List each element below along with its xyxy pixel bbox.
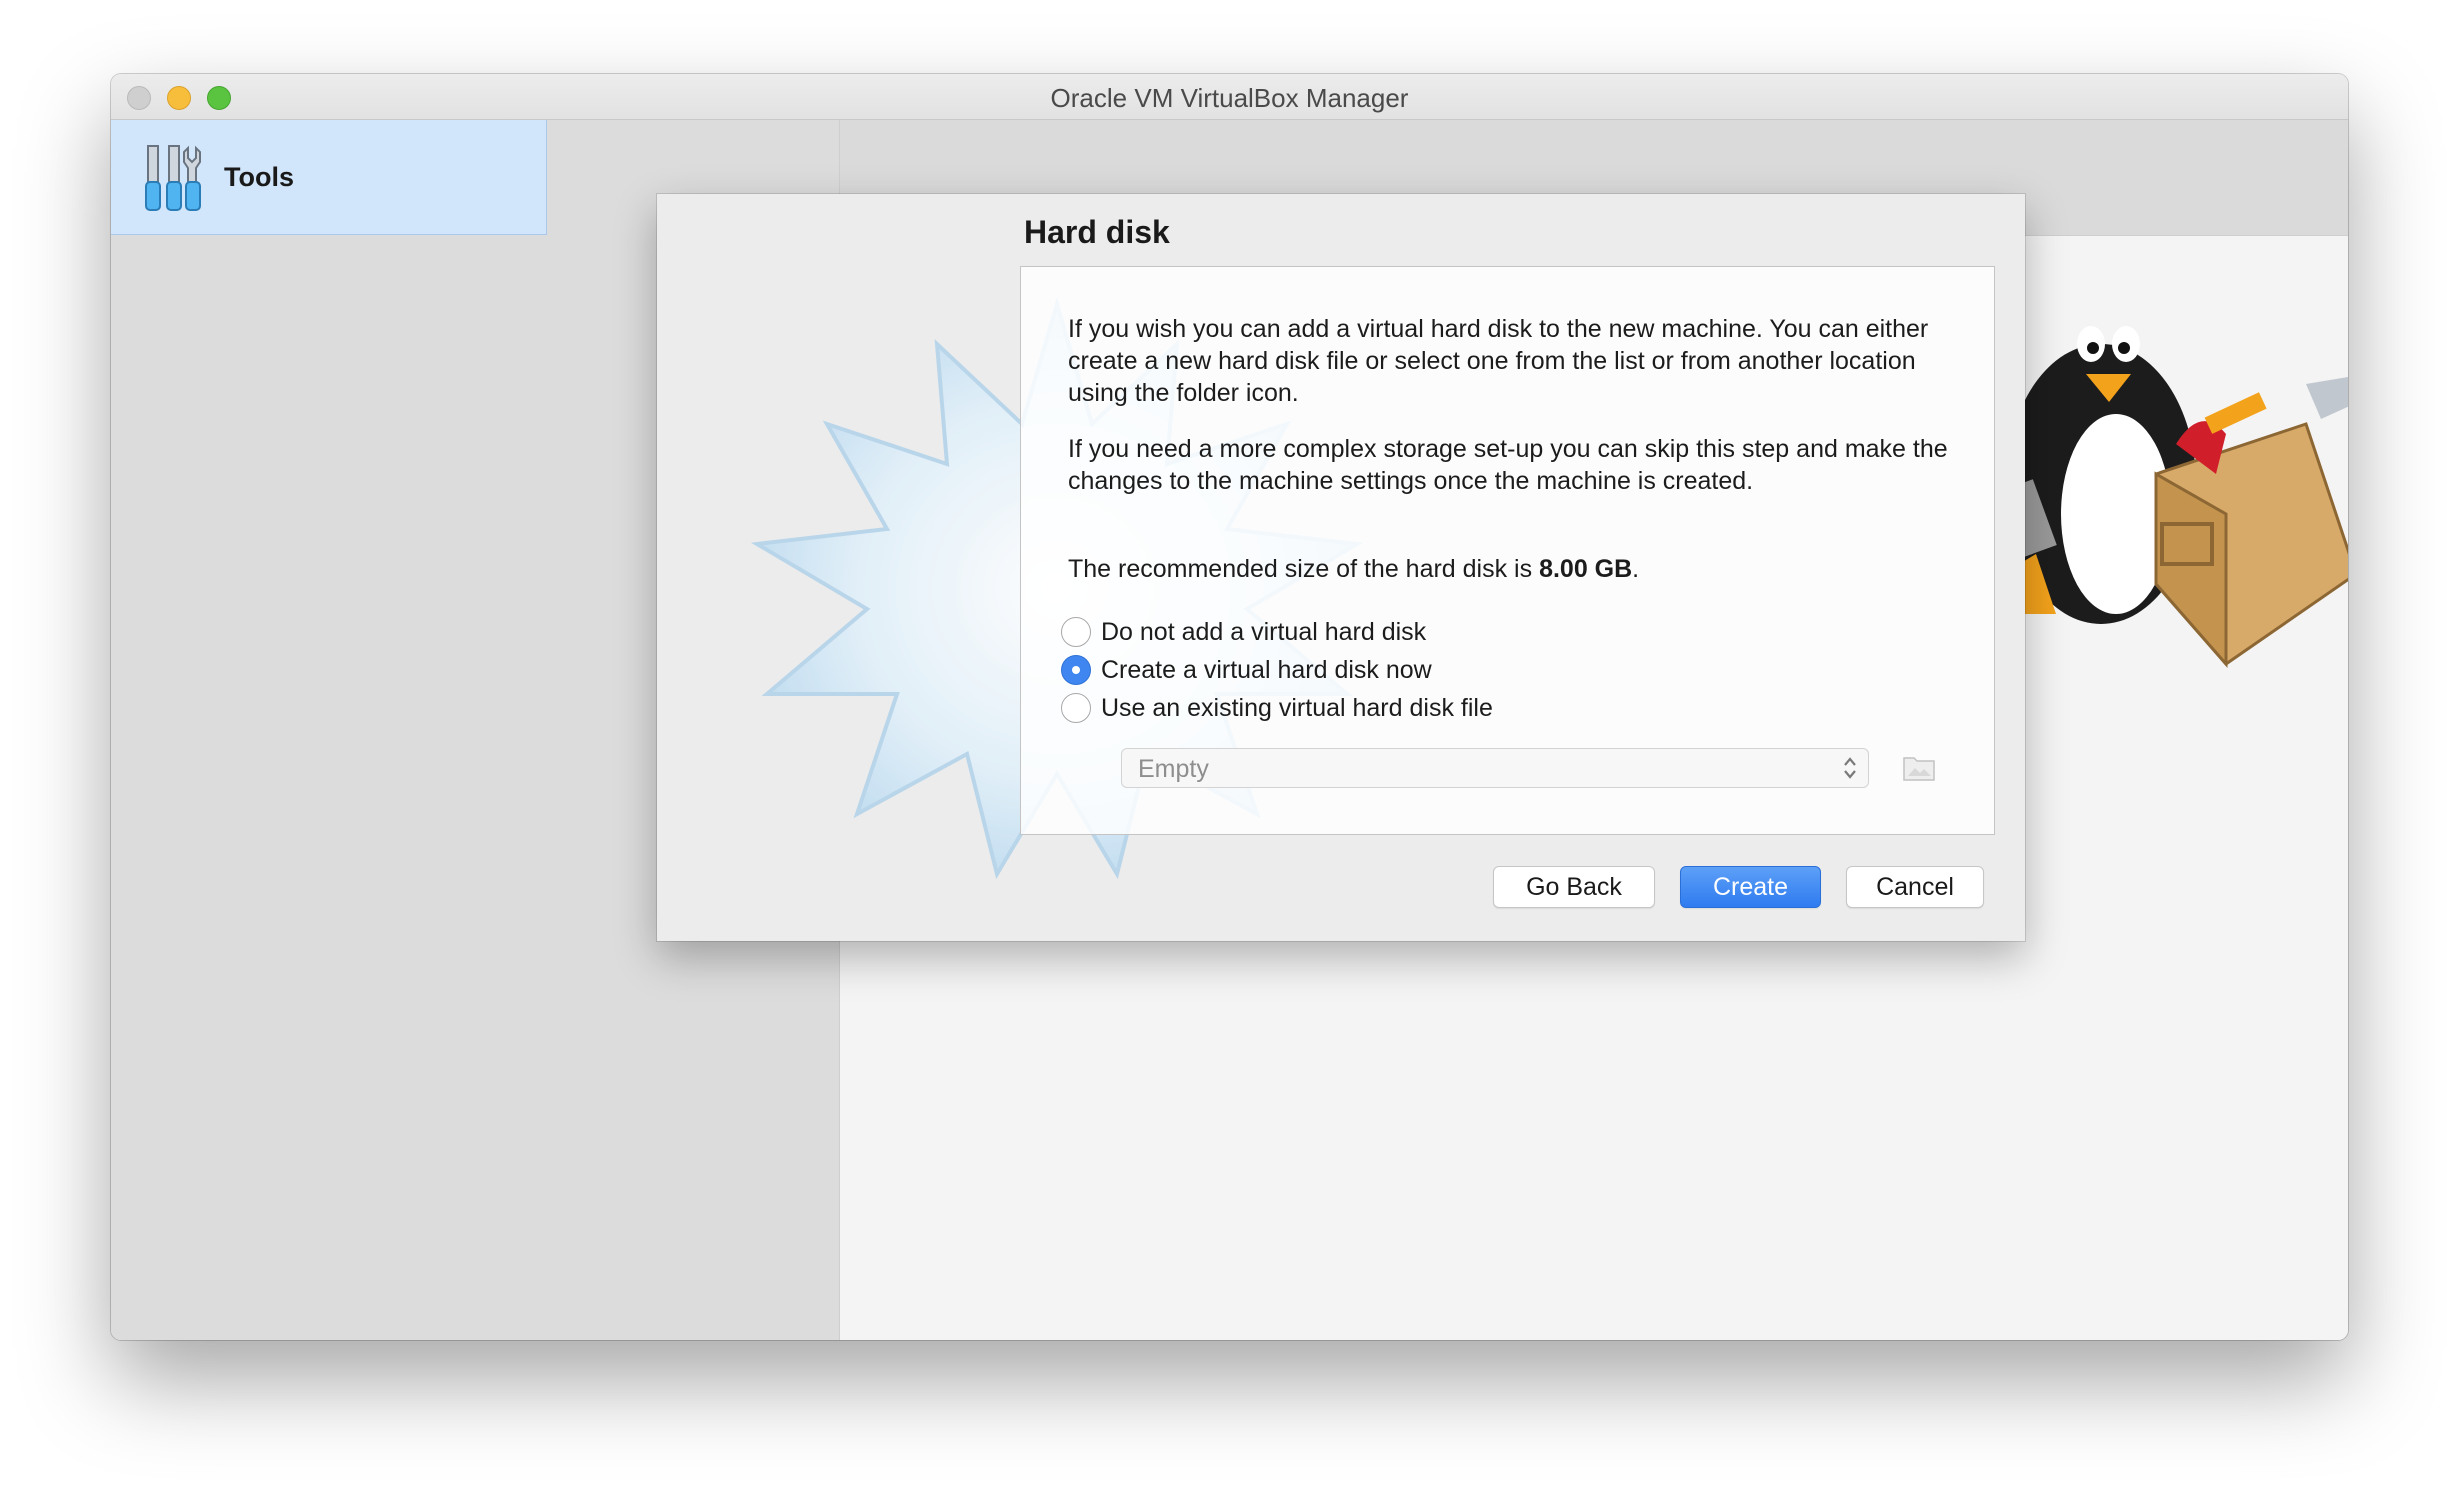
create-button[interactable]: Create (1680, 866, 1821, 908)
new-vm-dialog: Hard disk If you wish you can add a virt… (657, 194, 2025, 941)
recommended-prefix: The recommended size of the hard disk is (1068, 555, 1540, 583)
radio-create-disk-label[interactable]: Create a virtual hard disk now (1101, 656, 1432, 685)
radio-no-disk[interactable]: Do not add a virtual hard disk (1061, 615, 1426, 649)
existing-disk-select[interactable]: Empty (1121, 748, 1869, 788)
storage-hint-text: If you need a more complex storage set-u… (1068, 435, 1948, 495)
cancel-button[interactable]: Cancel (1846, 866, 1984, 908)
radio-create-disk[interactable]: Create a virtual hard disk now (1061, 653, 1432, 687)
folder-icon[interactable] (1901, 750, 1937, 784)
recommended-suffix: . (1632, 555, 1640, 583)
title-bar[interactable]: Oracle VM VirtualBox Manager (111, 74, 2348, 120)
go-back-button[interactable]: Go Back (1493, 866, 1655, 908)
existing-disk-select-value: Empty (1138, 755, 1209, 783)
radio-no-disk-label[interactable]: Do not add a virtual hard disk (1101, 618, 1426, 647)
radio-existing-disk-button[interactable] (1061, 693, 1091, 723)
recommended-size-value: 8.00 GB (1539, 555, 1633, 583)
chevron-up-down-icon (1844, 757, 1856, 779)
radio-existing-disk-label[interactable]: Use an existing virtual hard disk file (1101, 694, 1493, 723)
recommended-size-text: The recommended size of the hard disk is… (1068, 553, 1968, 585)
main-window: Oracle VM VirtualBox Manager Tools Hard … (111, 74, 2348, 1340)
dialog-title: Hard disk (1024, 214, 1170, 250)
sidebar-item-tools[interactable]: Tools (111, 120, 547, 235)
radio-create-disk-button[interactable] (1061, 655, 1091, 685)
radio-existing-disk[interactable]: Use an existing virtual hard disk file (1061, 691, 1493, 725)
tools-label: Tools (224, 162, 294, 192)
radio-no-disk-button[interactable] (1061, 617, 1091, 647)
hard-disk-panel: If you wish you can add a virtual hard d… (1020, 266, 1995, 835)
window-title: Oracle VM VirtualBox Manager (1050, 83, 1409, 113)
tools-icon (145, 145, 201, 211)
intro-text: If you wish you can add a virtual hard d… (1068, 315, 1929, 407)
